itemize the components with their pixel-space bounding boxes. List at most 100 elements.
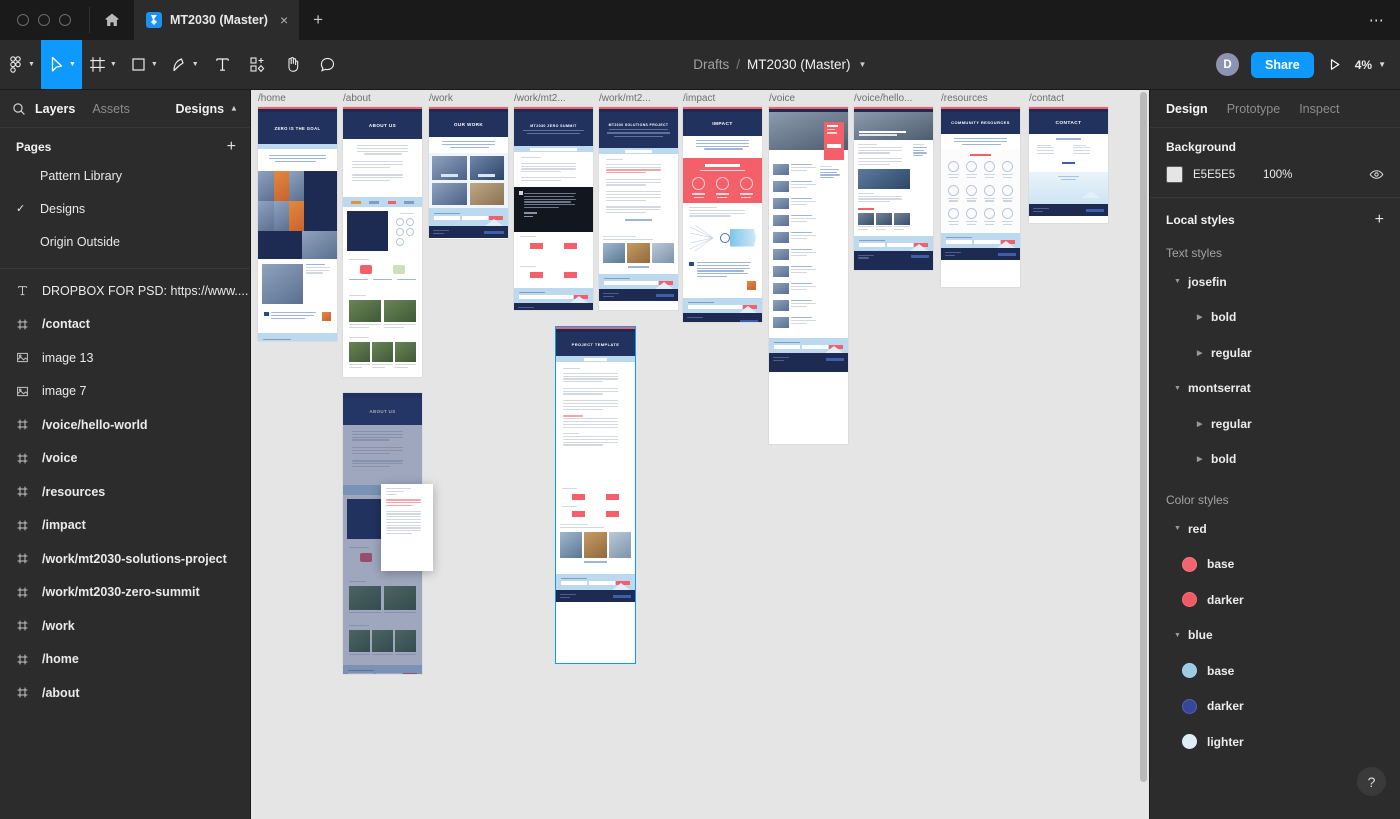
frame-label-work[interactable]: /work	[429, 93, 453, 104]
window-traffic-lights[interactable]	[0, 0, 89, 40]
layers-list[interactable]: DROPBOX FOR PSD: https://www.... /contac…	[0, 269, 250, 819]
chevron-down-icon[interactable]: ▼	[859, 60, 867, 69]
hand-tool-button[interactable]	[275, 40, 310, 89]
frame-tool-button[interactable]: ▼	[82, 40, 123, 89]
page-item-pattern-library[interactable]: Pattern Library	[0, 159, 250, 192]
play-triangle-icon[interactable]	[1325, 57, 1344, 72]
add-style-icon[interactable]: +	[1375, 212, 1384, 228]
tab-inspect[interactable]: Inspect	[1299, 102, 1339, 116]
layer-item-contact[interactable]: /contact	[0, 308, 250, 342]
canvas-vertical-scrollbar[interactable]	[1140, 92, 1147, 782]
text-style-group-montserrat[interactable]: ▼ montserrat	[1150, 371, 1400, 407]
frame-layer-icon	[16, 653, 42, 666]
frame-layer-icon	[16, 552, 42, 565]
tab-prototype[interactable]: Prototype	[1227, 102, 1281, 116]
canvas-frame-home[interactable]: ZERO IS THE GOAL	[258, 107, 337, 341]
figma-menu-button[interactable]: ▼	[0, 40, 41, 89]
chevron-down-icon: ▼	[1174, 384, 1181, 392]
frame-hero-title-impact: IMPACT	[683, 112, 762, 136]
frame-label-zero-summit[interactable]: /work/mt2...	[514, 93, 566, 104]
frame-label-solutions-project[interactable]: /work/mt2...	[599, 93, 651, 104]
shape-tool-button[interactable]: ▼	[123, 40, 164, 89]
layer-item-voice[interactable]: /voice	[0, 442, 250, 476]
zoom-control[interactable]: 4% ▼	[1355, 58, 1386, 72]
canvas-frame-project-template[interactable]: PROJECT TEMPLATE	[556, 327, 635, 663]
canvas-frame-contact[interactable]: CONTACT	[1029, 107, 1108, 223]
comment-tool-button[interactable]	[310, 40, 345, 89]
background-color-swatch[interactable]	[1166, 166, 1183, 183]
text-style-group-josefin[interactable]: ▼ josefin	[1150, 264, 1400, 300]
minimize-window-button[interactable]	[38, 14, 50, 26]
text-style-montserrat-regular[interactable]: ▶ regular	[1150, 406, 1400, 442]
canvas-frame-zero-summit[interactable]: MT2030 ZERO SUMMIT	[514, 107, 593, 310]
canvas-frame-work[interactable]: OUR WORK	[429, 107, 508, 239]
tab-assets[interactable]: Assets	[92, 102, 139, 116]
color-style-group-red[interactable]: ▼ red	[1150, 511, 1400, 547]
page-item-origin-outside[interactable]: Origin Outside	[0, 225, 250, 258]
layer-item-work-solutions-project[interactable]: /work/mt2030-solutions-project	[0, 542, 250, 576]
layer-item-work[interactable]: /work	[0, 609, 250, 643]
canvas-frame-voice[interactable]	[769, 107, 848, 444]
help-button[interactable]: ?	[1357, 767, 1386, 796]
color-style-label: darker	[1207, 592, 1244, 607]
frame-label-voice-hello[interactable]: /voice/hello...	[854, 93, 912, 104]
text-tool-button[interactable]	[205, 40, 240, 89]
canvas-frame-resources[interactable]: COMMUNITY RESOURCES	[941, 107, 1020, 287]
color-style-blue-lighter[interactable]: lighter	[1150, 724, 1400, 760]
layer-item-impact[interactable]: /impact	[0, 509, 250, 543]
design-canvas[interactable]: /home /about /work /work/mt2... /work/mt…	[251, 90, 1149, 819]
color-style-red-base[interactable]: base	[1150, 547, 1400, 583]
frame-label-impact[interactable]: /impact	[683, 93, 715, 104]
frame-label-resources[interactable]: /resources	[941, 93, 988, 104]
file-tab[interactable]: MT2030 (Master) ×	[134, 0, 300, 40]
layer-item-resources[interactable]: /resources	[0, 475, 250, 509]
canvas-overlay-card[interactable]	[381, 484, 433, 571]
move-tool-button[interactable]: ▼	[40, 40, 82, 89]
background-opacity-value[interactable]: 100%	[1263, 169, 1369, 181]
layer-item-work-zero-summit[interactable]: /work/mt2030-zero-summit	[0, 576, 250, 610]
frame-label-about[interactable]: /about	[343, 93, 371, 104]
canvas-frame-impact[interactable]: IMPACT	[683, 107, 762, 322]
avatar[interactable]: D	[1214, 52, 1240, 77]
color-style-blue-base[interactable]: base	[1150, 653, 1400, 689]
add-page-icon[interactable]: +	[227, 139, 236, 155]
layer-item-dropbox-text[interactable]: DROPBOX FOR PSD: https://www....	[0, 274, 250, 308]
color-style-red-darker[interactable]: darker	[1150, 582, 1400, 618]
local-styles-section: Local styles + Text styles ▼ josefin ▶ b…	[1150, 198, 1400, 760]
close-window-button[interactable]	[17, 14, 29, 26]
canvas-frame-solutions-project[interactable]: MT2030 SOLUTIONS PROJECT	[599, 107, 678, 310]
color-style-blue-darker[interactable]: darker	[1150, 689, 1400, 725]
close-icon[interactable]: ×	[280, 13, 288, 27]
tab-layers[interactable]: Layers	[35, 102, 84, 116]
page-item-designs[interactable]: ✓ Designs	[0, 192, 250, 225]
layer-item-about[interactable]: /about	[0, 676, 250, 710]
canvas-frame-about[interactable]: ABOUT US	[343, 107, 422, 377]
breadcrumb-file-name[interactable]: MT2030 (Master)	[747, 57, 851, 72]
maximize-window-button[interactable]	[59, 14, 71, 26]
canvas-frame-voice-hello-world[interactable]	[854, 107, 933, 270]
layer-item-voice-hello-world[interactable]: /voice/hello-world	[0, 408, 250, 442]
new-tab-button[interactable]: +	[299, 0, 338, 40]
ellipsis-icon[interactable]: ⋯	[1354, 0, 1400, 40]
frame-label-voice[interactable]: /voice	[769, 93, 795, 104]
search-icon[interactable]	[12, 102, 26, 116]
resources-tool-button[interactable]	[240, 40, 275, 89]
text-style-montserrat-bold[interactable]: ▶ bold	[1150, 442, 1400, 478]
tab-design[interactable]: Design	[1166, 102, 1208, 116]
frame-layer-icon	[16, 619, 42, 632]
frame-label-home[interactable]: /home	[258, 93, 286, 104]
designs-page-dropdown[interactable]: Designs ▼	[175, 102, 238, 116]
layer-item-image-7[interactable]: image 7	[0, 375, 250, 409]
layer-item-home[interactable]: /home	[0, 643, 250, 677]
share-button[interactable]: Share	[1250, 51, 1314, 78]
pen-tool-button[interactable]: ▼	[164, 40, 205, 89]
frame-label-contact[interactable]: /contact	[1029, 93, 1064, 104]
text-style-josefin-regular[interactable]: ▶ regular	[1150, 335, 1400, 371]
home-icon[interactable]	[90, 0, 134, 40]
color-style-group-blue[interactable]: ▼ blue	[1150, 618, 1400, 654]
text-style-josefin-bold[interactable]: ▶ bold	[1150, 300, 1400, 336]
breadcrumb-project[interactable]: Drafts	[693, 57, 729, 72]
background-hex-value[interactable]: E5E5E5	[1193, 169, 1263, 181]
eye-icon[interactable]	[1369, 167, 1384, 182]
layer-item-image-13[interactable]: image 13	[0, 341, 250, 375]
